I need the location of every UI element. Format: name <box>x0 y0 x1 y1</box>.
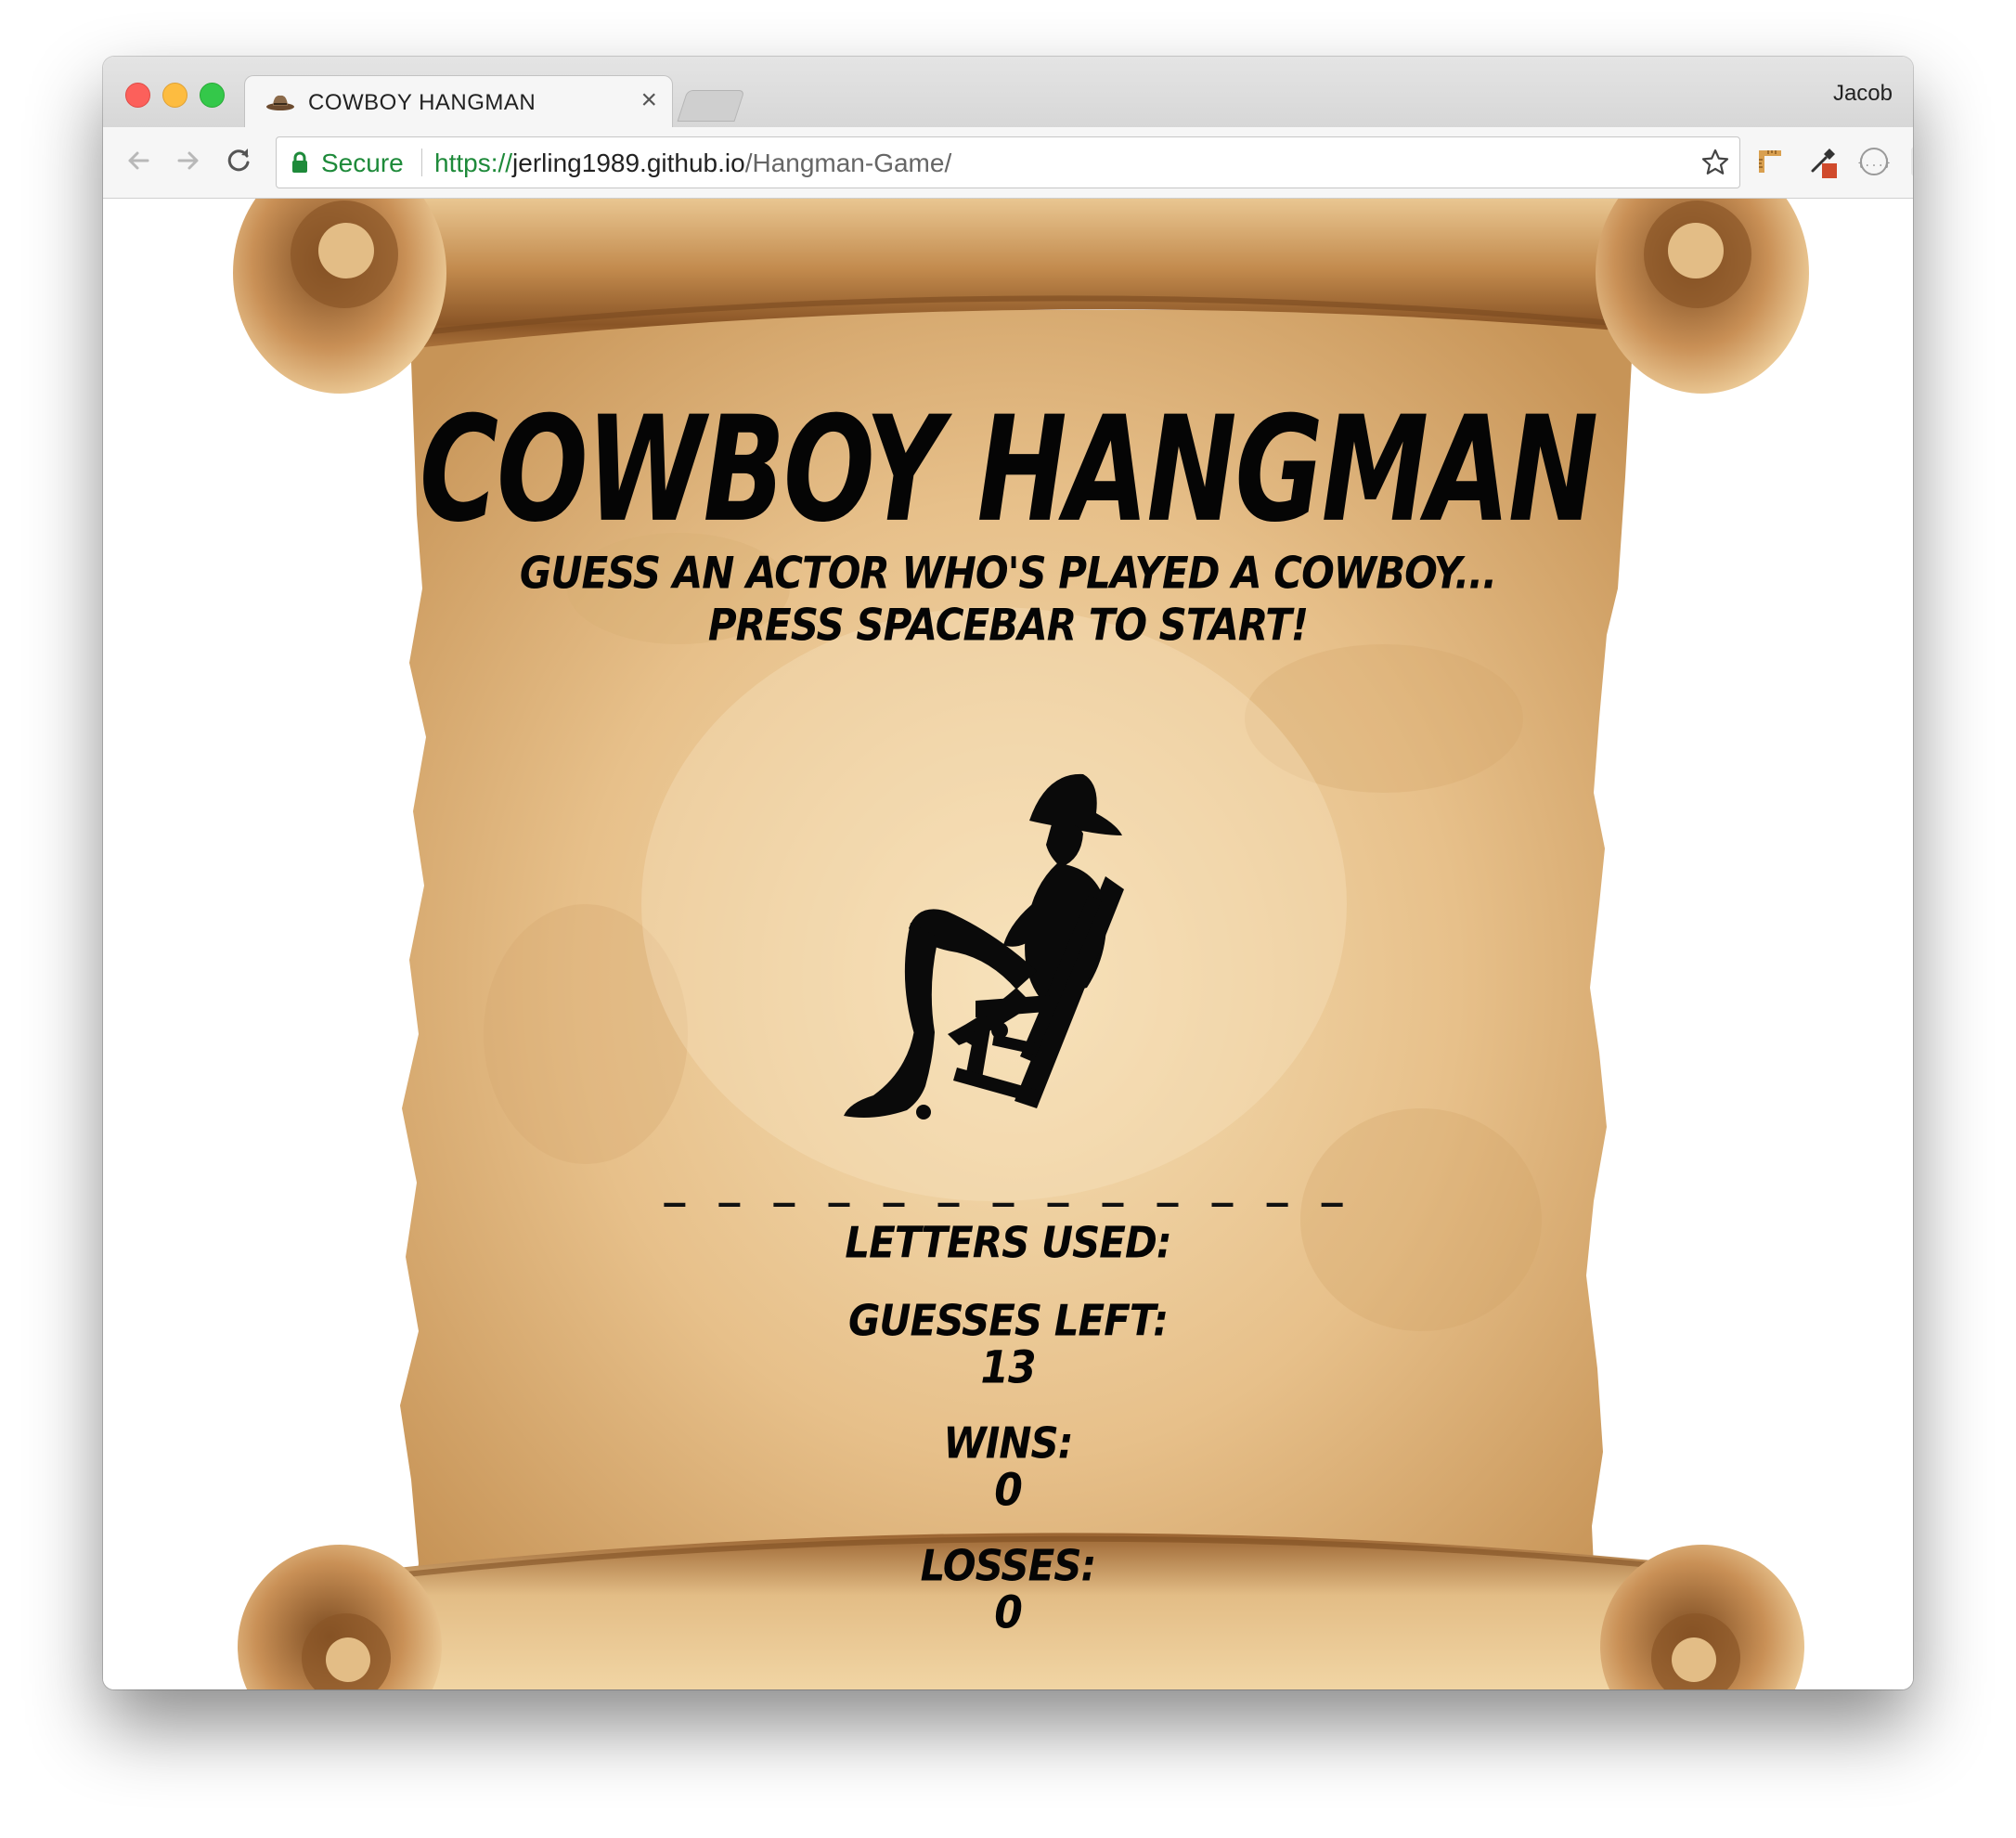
tab-cowboy-hangman[interactable]: COWBOY HANGMAN × <box>244 75 673 129</box>
game-title: COWBOY HANGMAN <box>419 385 1598 555</box>
wins-label: WINS: <box>943 1417 1073 1469</box>
game-instructions: GUESS AN ACTOR WHO'S PLAYED A COWBOY... … <box>103 548 1913 652</box>
lock-icon <box>292 151 307 173</box>
reload-icon[interactable] <box>222 144 255 177</box>
page-content: COWBOY HANGMAN GUESS AN ACTOR WHO'S PLAY… <box>103 199 1913 1689</box>
secure-label: Secure <box>321 149 404 177</box>
word-blanks: _ _ _ _ _ _ _ _ _ _ _ _ _ <box>664 1157 1352 1207</box>
arrow-right-icon[interactable] <box>172 144 205 177</box>
new-tab-button[interactable] <box>677 90 745 122</box>
url-scheme: https:// <box>434 149 513 177</box>
close-tab-icon[interactable]: × <box>640 86 657 114</box>
losses-label: LOSSES: <box>920 1540 1097 1591</box>
tab-title: COWBOY HANGMAN <box>308 90 536 115</box>
cowboy-hat-favicon-icon <box>266 95 294 110</box>
minimize-window-button[interactable] <box>162 83 187 108</box>
browser-toolbar: Secure https://jerling1989.github.io/Han… <box>103 127 1913 199</box>
address-bar[interactable]: Secure https://jerling1989.github.io/Han… <box>276 136 1740 188</box>
arrow-left-icon[interactable] <box>122 144 155 177</box>
browser-window: COWBOY HANGMAN × Jacob Secure https://je… <box>103 57 1913 1689</box>
cowboy-in-rocking-chair-silhouette <box>844 773 1124 1120</box>
star-icon[interactable] <box>1700 148 1730 177</box>
json-extension-icon[interactable]: {...} <box>1857 145 1891 178</box>
url-path: /Hangman-Game/ <box>744 149 952 177</box>
svg-text:{...}: {...} <box>1857 156 1891 169</box>
address-divider <box>421 149 422 176</box>
url-host: jerling1989.github.io <box>512 149 745 177</box>
profile-name[interactable]: Jacob <box>1833 81 1893 107</box>
guesses-left-value: 13 <box>980 1341 1036 1394</box>
wins-value: 0 <box>994 1464 1023 1517</box>
losses-value: 0 <box>994 1586 1023 1639</box>
url-text[interactable]: https://jerling1989.github.io/Hangman-Ga… <box>434 149 951 178</box>
tagline-line-1: GUESS AN ACTOR WHO'S PLAYED A COWBOY... <box>519 548 1497 599</box>
eyedropper-extension-icon[interactable] <box>1805 145 1839 178</box>
close-window-button[interactable] <box>125 83 150 108</box>
letters-used-label: LETTERS USED: <box>845 1217 1171 1268</box>
ruler-extension-icon[interactable] <box>1753 145 1787 178</box>
react-devtools-icon[interactable] <box>1909 145 1913 178</box>
maximize-window-button[interactable] <box>200 83 225 108</box>
title-bar: COWBOY HANGMAN × Jacob <box>103 57 1913 129</box>
tagline-line-2: PRESS SPACEBAR TO START! <box>707 600 1309 651</box>
guesses-left-label: GUESSES LEFT: <box>847 1295 1169 1346</box>
